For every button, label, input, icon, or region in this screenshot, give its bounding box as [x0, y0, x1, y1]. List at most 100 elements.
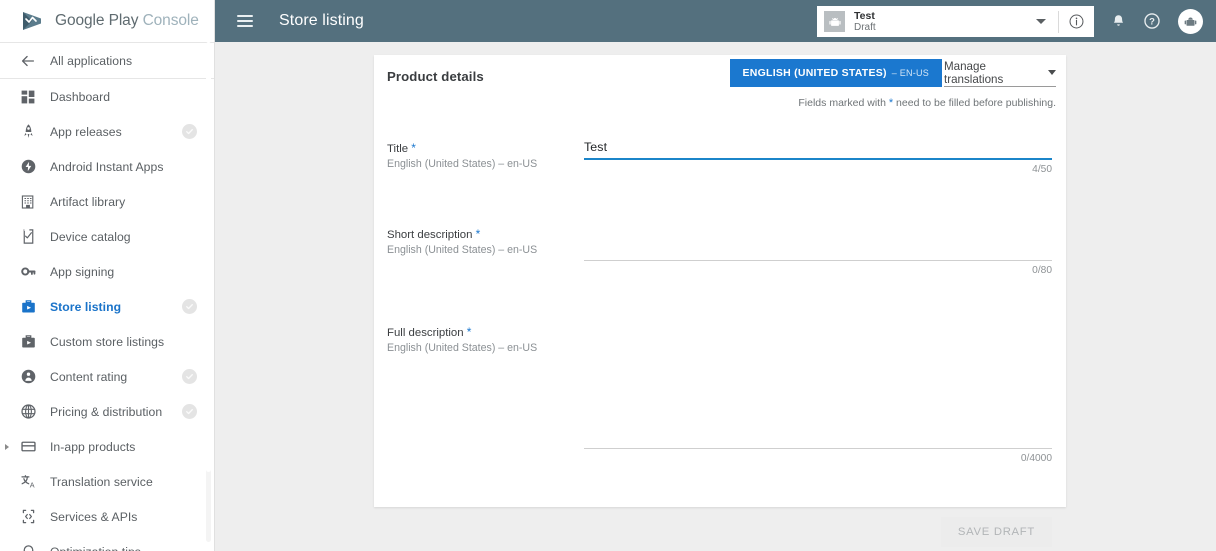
briefcase-icon [18, 332, 38, 352]
manage-translations-dropdown[interactable]: Manage translations [944, 59, 1056, 87]
app-selector-meta: Test Draft [854, 10, 1036, 34]
sidebar-item-device-catalog[interactable]: Device catalog [0, 219, 214, 254]
avatar[interactable] [1177, 8, 1203, 34]
short-description-input[interactable] [584, 223, 1052, 260]
sidebar-item-label: Content rating [50, 369, 128, 384]
brand-title: Google Play Console [55, 12, 199, 30]
top-app-bar: Store listing Test Draft ? [215, 0, 1216, 42]
completed-check-icon [182, 404, 197, 419]
field-label-title: Title * English (United States) – en-US [387, 117, 587, 170]
sidebar-item-label: Pricing & distribution [50, 404, 163, 419]
info-icon[interactable] [1059, 6, 1094, 37]
title-input[interactable]: Test [584, 140, 1052, 158]
help-icon[interactable]: ? [1136, 0, 1168, 42]
save-bar: SAVE DRAFT [374, 514, 1066, 550]
sidebar-item-label: Artifact library [50, 194, 126, 209]
required-note-star: * [888, 97, 894, 109]
sidebar-item-artifact-library[interactable]: Artifact library [0, 184, 214, 219]
brand-title-bold: Google Play [55, 12, 139, 29]
field-row-full-description: Full description * English (United State… [374, 317, 1066, 492]
sidebar-item-label: App releases [50, 124, 122, 139]
sidebar-item-label: Translation service [50, 474, 153, 489]
brand-header[interactable]: Google Play Console [0, 0, 214, 42]
sidebar-item-dashboard[interactable]: Dashboard [0, 79, 214, 114]
content-rating-icon [18, 367, 38, 387]
field-name-text: Full description [387, 327, 464, 339]
main-region: Store listing Test Draft ? Product detai… [215, 0, 1216, 551]
arrow-back-icon [18, 51, 38, 71]
sidebar-item-optimization-tips[interactable]: Optimization tips [0, 534, 214, 551]
bell-icon[interactable] [1102, 0, 1134, 42]
sidebar-item-app-releases[interactable]: App releases [0, 114, 214, 149]
required-note-after: need to be filled before publishing. [896, 97, 1056, 109]
app-name: Test [854, 9, 875, 22]
field-input-wrap-short-description: 0/80 [584, 223, 1052, 276]
sidebar-item-all-applications[interactable]: All applications [0, 43, 214, 78]
full-description-input[interactable] [584, 321, 1052, 448]
completed-check-icon [182, 369, 197, 384]
sidebar-item-services-apis[interactable]: Services & APIs [0, 499, 214, 534]
sidebar-item-translation-service[interactable]: A Translation service [0, 464, 214, 499]
app-selector[interactable]: Test Draft [817, 6, 1094, 37]
product-details-card: Product details ENGLISH (UNITED STATES) … [374, 55, 1066, 507]
google-play-console-window: Google Play Console All applications Das… [0, 0, 1216, 551]
sidebar-scrollbar-thumb[interactable] [206, 42, 211, 472]
translate-icon: A [18, 472, 38, 492]
google-play-logo-icon [19, 10, 45, 32]
sidebar-item-label: In-app products [50, 439, 136, 454]
optimization-tips-icon [18, 542, 38, 551]
completed-check-icon [182, 124, 197, 139]
field-name: Title * [387, 141, 587, 155]
rocket-icon [18, 122, 38, 142]
sidebar-item-android-instant-apps[interactable]: Android Instant Apps [0, 149, 214, 184]
manage-translations-label: Manage translations [944, 59, 1004, 86]
expand-arrow-icon[interactable] [5, 443, 9, 450]
services-apis-icon [18, 507, 38, 527]
svg-text:A: A [29, 481, 34, 490]
content-area: Product details ENGLISH (UNITED STATES) … [215, 42, 1216, 551]
field-locale: English (United States) – en-US [387, 158, 538, 170]
required-star: * [466, 325, 472, 339]
sidebar-item-label: Custom store listings [50, 334, 165, 349]
field-locale: English (United States) – en-US [387, 342, 538, 354]
android-app-icon [824, 11, 845, 32]
app-status: Draft [854, 21, 876, 33]
field-label-full-description: Full description * English (United State… [387, 317, 587, 354]
sidebar-item-label: App signing [50, 264, 115, 279]
sidebar-item-custom-store-listings[interactable]: Custom store listings [0, 324, 214, 359]
short-description-underline [584, 260, 1052, 261]
full-description-underline [584, 448, 1052, 449]
required-fields-note: Fields marked with * need to be filled b… [798, 97, 1056, 109]
page-title: Store listing [279, 12, 364, 29]
card-header: Product details ENGLISH (UNITED STATES) … [374, 55, 1066, 117]
sidebar-scrollbar[interactable] [206, 42, 211, 542]
language-selector-button[interactable]: ENGLISH (UNITED STATES) – EN-US [729, 59, 942, 87]
svg-text:?: ? [1149, 17, 1155, 28]
sidebar-item-label: Services & APIs [50, 509, 138, 524]
globe-icon [18, 402, 38, 422]
store-listing-icon [18, 297, 38, 317]
artifact-library-icon [18, 192, 38, 212]
chevron-down-icon[interactable] [1036, 19, 1046, 24]
sidebar-item-in-app-products[interactable]: In-app products [0, 429, 214, 464]
sidebar-item-label: All applications [50, 53, 133, 68]
language-code: – EN-US [891, 68, 929, 78]
field-name-text: Title [387, 143, 409, 155]
title-input-underline [584, 158, 1052, 160]
sidebar-item-label: Store listing [50, 299, 122, 314]
sidebar-item-store-listing[interactable]: Store listing [0, 289, 214, 324]
save-draft-button[interactable]: SAVE DRAFT [940, 517, 1052, 547]
field-locale: English (United States) – en-US [387, 244, 538, 256]
required-star: * [411, 141, 416, 155]
sidebar-item-content-rating[interactable]: Content rating [0, 359, 214, 394]
field-row-short-description: Short description * English (United Stat… [374, 217, 1066, 317]
sidebar-item-label: Device catalog [50, 229, 131, 244]
hamburger-menu-icon[interactable] [237, 15, 253, 27]
account-avatar-icon[interactable] [1174, 0, 1206, 42]
credit-card-icon [18, 437, 38, 457]
sidebar-item-app-signing[interactable]: App signing [0, 254, 214, 289]
completed-check-icon [182, 299, 197, 314]
field-name: Full description * [387, 325, 587, 339]
sidebar-item-pricing-distribution[interactable]: Pricing & distribution [0, 394, 214, 429]
sidebar: Google Play Console All applications Das… [0, 0, 215, 551]
